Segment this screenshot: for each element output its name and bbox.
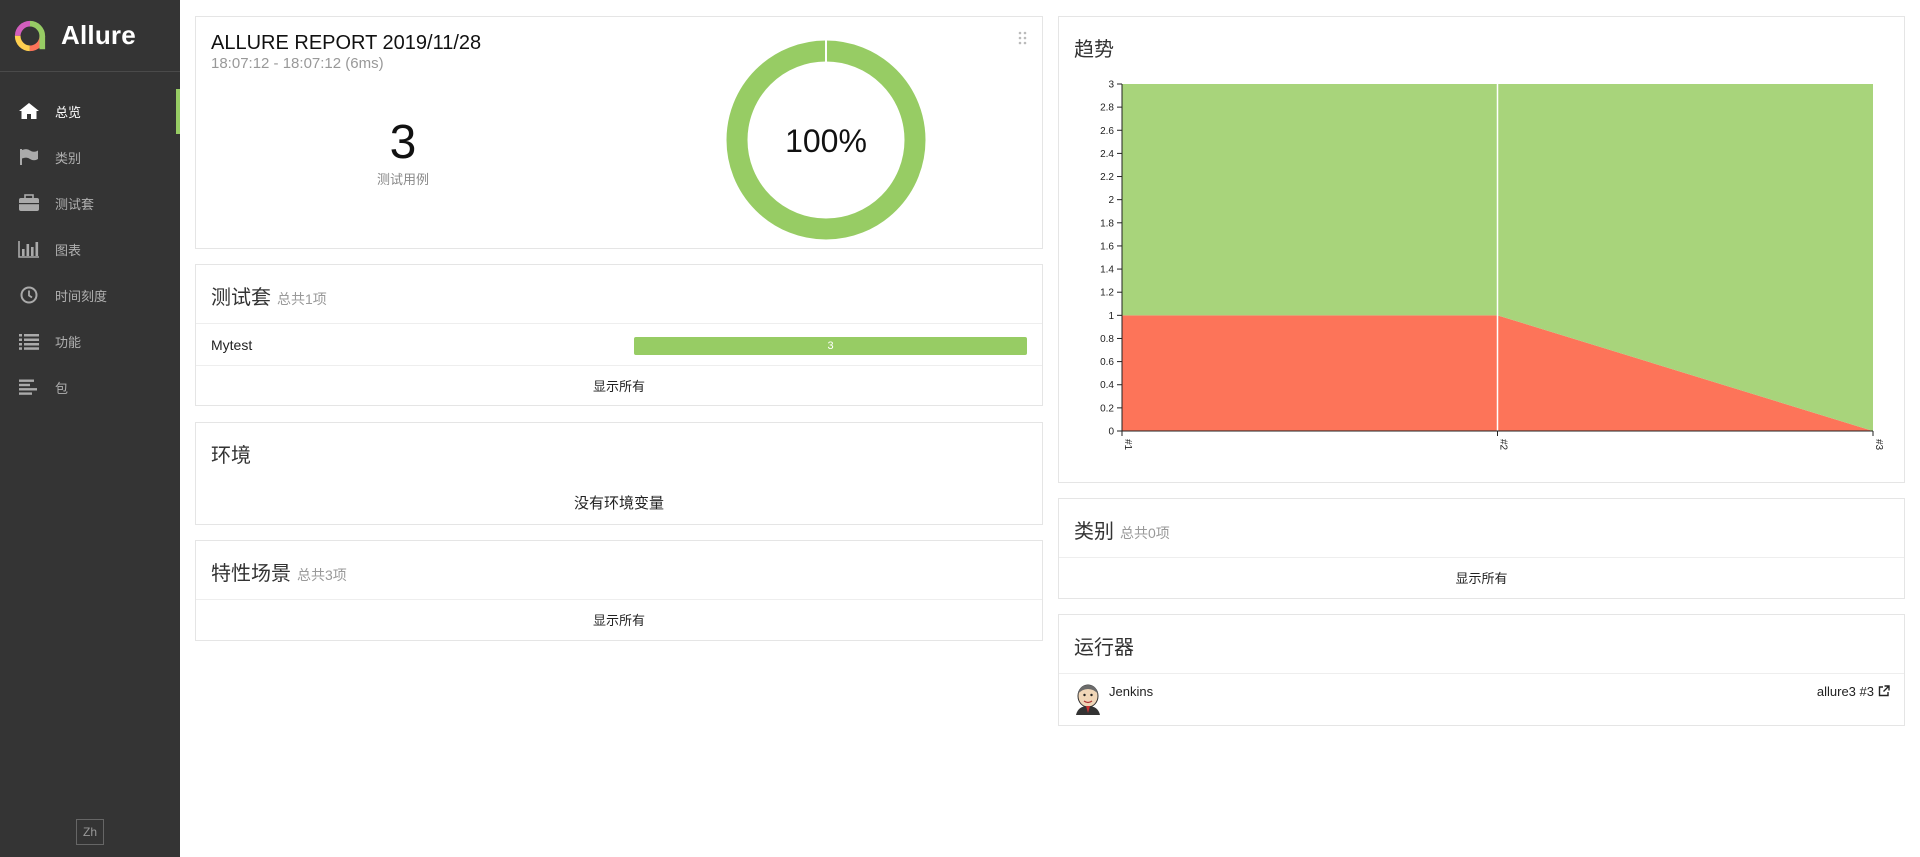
trend-y-tick-label: 1.8 <box>1100 218 1114 229</box>
trend-y-tick-label: 0.2 <box>1100 403 1114 414</box>
trend-y-tick-label: 0.4 <box>1100 380 1114 391</box>
trend-x-tick-label: #2 <box>1498 439 1509 451</box>
categories-count: 总共0项 <box>1120 525 1170 541</box>
executor-row: Jenkins allure3 #3 <box>1059 673 1904 727</box>
briefcase-icon <box>17 194 41 212</box>
flag-icon <box>17 148 41 166</box>
pass-rate-donut[interactable]: 100% <box>726 40 926 240</box>
suite-status-bar[interactable]: 3 <box>634 337 1027 355</box>
test-case-count-label: 测试用例 <box>376 172 429 187</box>
trend-y-tick-label: 0 <box>1108 427 1114 438</box>
sidebar-item-categories[interactable]: 类别 <box>0 134 180 180</box>
list-icon <box>17 332 41 350</box>
suites-widget: 测试套 总共1项 Mytest 3 显示所有 <box>195 264 1043 406</box>
features-count: 总共3项 <box>297 567 347 583</box>
sidebar-item-label: 总览 <box>55 104 82 120</box>
suites-title: 测试套 <box>211 287 271 309</box>
trend-y-tick-label: 2.6 <box>1100 126 1114 137</box>
trend-x-tick-label: #1 <box>1122 439 1133 451</box>
bar-chart-icon <box>17 240 41 258</box>
trend-y-tick-label: 1.6 <box>1100 241 1114 252</box>
sidebar-item-suites[interactable]: 测试套 <box>0 180 180 226</box>
environment-empty-message: 没有环境变量 <box>573 495 664 512</box>
sidebar-item-graphs[interactable]: 图表 <box>0 226 180 272</box>
pass-percentage: 100% <box>785 123 867 159</box>
trend-y-tick-label: 0.8 <box>1100 334 1114 345</box>
sidebar-item-timeline[interactable]: 时间刻度 <box>0 272 180 318</box>
show-all-label: 显示所有 <box>592 379 645 394</box>
suite-passed-count: 3 <box>827 340 834 352</box>
categories-widget: 类别 总共0项 显示所有 <box>1058 498 1905 599</box>
executor-build-link[interactable]: allure3 #3 <box>1817 684 1874 699</box>
trend-y-tick-label: 2.8 <box>1100 103 1114 114</box>
sidebar-item-label: 类别 <box>55 150 82 166</box>
trend-y-tick-label: 1.2 <box>1100 288 1114 299</box>
trend-x-tick-label: #3 <box>1873 439 1884 451</box>
sidebar-item-label: 测试套 <box>55 196 95 212</box>
suites-show-all-link[interactable]: 显示所有 <box>196 365 1042 407</box>
align-left-icon <box>17 378 41 396</box>
clock-icon <box>17 286 41 304</box>
categories-title: 类别 <box>1074 521 1114 543</box>
suites-count: 总共1项 <box>277 291 327 307</box>
executor-name: Jenkins <box>1109 684 1154 699</box>
show-all-label: 显示所有 <box>1455 571 1508 586</box>
environment-title: 环境 <box>211 445 251 467</box>
sidebar-item-label: 图表 <box>55 242 82 258</box>
executors-title: 运行器 <box>1074 637 1134 659</box>
trend-chart[interactable]: 0 0.2 0.4 0.6 0.8 1 1.2 1.4 1.6 1.8 2 2.2 2.4 2.6 2.8 3… <box>1100 75 1890 460</box>
drag-handle-icon[interactable] <box>1018 31 1028 45</box>
trend-y-tick-label: 2.4 <box>1100 149 1114 160</box>
trend-y-tick-label: 2.2 <box>1100 172 1114 183</box>
features-show-all-link[interactable]: 显示所有 <box>196 599 1042 642</box>
sidebar-item-label: 功能 <box>55 334 82 350</box>
sidebar-item-behaviors[interactable]: 功能 <box>0 318 180 364</box>
trend-y-tick-label: 1 <box>1108 311 1114 322</box>
summary-widget: ALLURE REPORT 2019/11/28 18:07:12 - 18:0… <box>195 16 1043 249</box>
brand[interactable]: Allure <box>0 0 180 72</box>
app-name: Allure <box>61 20 136 50</box>
trend-y-tick-label: 1.4 <box>1100 265 1114 276</box>
external-link-icon[interactable] <box>1878 685 1890 697</box>
trend-y-tick-label: 0.6 <box>1100 357 1114 368</box>
sidebar-item-label: 包 <box>55 380 69 396</box>
trend-title: 趋势 <box>1074 39 1114 61</box>
sidebar: Allure 总览 类别 测试套 图表 时间刻度 功能 包 Zh <box>0 0 180 857</box>
language-switch-button[interactable]: Zh <box>76 819 104 845</box>
features-title: 特性场景 <box>211 563 291 585</box>
sidebar-nav: 总览 类别 测试套 图表 时间刻度 功能 包 <box>0 88 180 410</box>
categories-show-all-link[interactable]: 显示所有 <box>1059 557 1904 600</box>
sidebar-item-overview[interactable]: 总览 <box>0 88 180 134</box>
report-time-range: 18:07:12 - 18:07:12 (6ms) <box>211 55 384 72</box>
features-widget: 特性场景 总共3项 显示所有 <box>195 540 1043 641</box>
report-title: ALLURE REPORT 2019/11/28 <box>211 32 482 54</box>
show-all-label: 显示所有 <box>592 613 645 628</box>
test-case-count: 3 <box>389 116 417 169</box>
executors-widget: 运行器 Jenkins allure3 #3 <box>1058 614 1905 726</box>
sidebar-item-label: 时间刻度 <box>55 288 108 304</box>
trend-y-tick-label: 2 <box>1108 195 1114 206</box>
allure-logo-icon <box>14 20 46 51</box>
suite-name: Mytest <box>211 337 253 353</box>
suite-row[interactable]: Mytest 3 <box>196 323 1042 365</box>
sidebar-item-packages[interactable]: 包 <box>0 364 180 410</box>
jenkins-avatar-icon <box>1076 684 1100 715</box>
trend-y-tick-label: 3 <box>1108 80 1114 91</box>
home-icon <box>17 102 41 120</box>
environment-widget: 环境 没有环境变量 <box>195 422 1043 525</box>
